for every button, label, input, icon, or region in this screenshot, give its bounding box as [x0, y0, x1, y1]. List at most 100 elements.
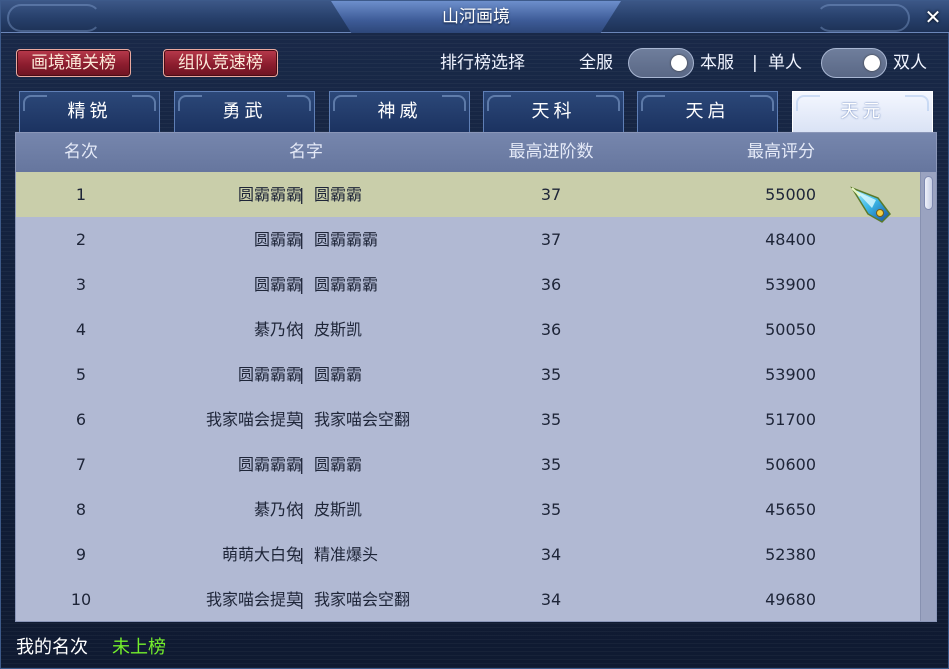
score-cell: 50600 — [765, 455, 816, 474]
tab-divine-might[interactable]: 神威 — [329, 91, 470, 133]
rank-cell: 2 — [75, 230, 87, 249]
stage-cell: 35 — [540, 455, 562, 474]
name-cell: 圆霸霸 | 圆霸霸霸 — [146, 262, 466, 307]
table-header: 名次 名字 最高进阶数 最高评分 — [16, 133, 936, 172]
team-speed-ranking-button[interactable]: 组队竞速榜 — [163, 49, 278, 77]
name-separator: | — [299, 185, 305, 204]
player-name-right: 圆霸霸霸 — [314, 230, 379, 249]
rank-cell: 1 — [75, 185, 87, 204]
name-cell: 我家喵会提莫 | 我家喵会空翻 — [146, 397, 466, 442]
rank-cell: 7 — [75, 455, 87, 474]
player-name-right: 我家喵会空翻 — [314, 590, 411, 609]
score-cell: 48400 — [765, 230, 816, 249]
close-icon[interactable]: ✕ — [920, 5, 946, 29]
tab-tianyuan[interactable]: 天元 — [792, 91, 933, 135]
tab-tianqi[interactable]: 天启 — [637, 91, 778, 133]
table-row[interactable]: 2 圆霸霸 | 圆霸霸霸 37 48400 — [16, 217, 920, 262]
title-bar: 山河画境 ✕ — [1, 1, 949, 33]
player-name-right: 精准爆头 — [314, 545, 379, 564]
table-row[interactable]: 6 我家喵会提莫 | 我家喵会空翻 35 51700 — [16, 397, 920, 442]
table-row[interactable]: 4 綦乃依 | 皮斯凯 36 50050 — [16, 307, 920, 352]
player-name-right: 皮斯凯 — [314, 320, 363, 339]
ranking-table: 名次 名字 最高进阶数 最高评分 1 圆霸霸霸 | 圆霸霸 37 55000 2 圆… — [15, 132, 937, 622]
scrollbar-track[interactable] — [920, 172, 936, 621]
my-rank-value: 未上榜 — [112, 637, 166, 658]
score-cell: 49680 — [765, 590, 816, 609]
name-separator: | — [299, 365, 305, 384]
stage-cell: 34 — [540, 545, 562, 564]
player-name-left: 我家喵会提莫 — [205, 410, 302, 429]
player-name-right: 圆霸霸霸 — [314, 275, 379, 294]
stage-cell: 36 — [540, 320, 562, 339]
rank-cell: 3 — [75, 275, 87, 294]
rank-cell: 9 — [75, 545, 87, 564]
stage-cell: 37 — [540, 185, 562, 204]
clear-ranking-button[interactable]: 画境通关榜 — [16, 49, 131, 77]
this-server-label: 本服 — [700, 53, 734, 73]
stage-cell: 35 — [540, 365, 562, 384]
stage-cell: 35 — [540, 410, 562, 429]
tab-label: 勇武 — [222, 101, 267, 122]
table-row[interactable]: 9 萌萌大白兔 | 精准爆头 34 52380 — [16, 532, 920, 577]
player-name-left: 萌萌大白兔 — [221, 545, 302, 564]
tab-elite[interactable]: 精锐 — [19, 91, 160, 133]
window-title: 山河画境 — [442, 7, 510, 27]
table-row[interactable]: 1 圆霸霸霸 | 圆霸霸 37 55000 — [16, 172, 920, 217]
score-cell: 53900 — [765, 275, 816, 294]
player-name-right: 圆霸霸 — [314, 365, 363, 384]
tab-label: 天科 — [531, 101, 576, 122]
stage-cell: 36 — [540, 275, 562, 294]
name-separator: | — [299, 275, 305, 294]
leaderboard-window: 山河画境 ✕ 画境通关榜 组队竞速榜 排行榜选择 全服 本服 | 单人 双人 精… — [0, 0, 949, 669]
player-name-left: 綦乃依 — [253, 500, 302, 519]
rank-cell: 6 — [75, 410, 87, 429]
name-cell: 圆霸霸霸 | 圆霸霸 — [146, 352, 466, 397]
player-name-left: 圆霸霸霸 — [237, 365, 302, 384]
score-cell: 52380 — [765, 545, 816, 564]
rank-cell: 5 — [75, 365, 87, 384]
name-cell: 圆霸霸 | 圆霸霸霸 — [146, 217, 466, 262]
all-server-label: 全服 — [579, 53, 613, 73]
name-cell: 綦乃依 | 皮斯凯 — [146, 307, 466, 352]
name-separator: | — [299, 590, 305, 609]
option-separator: | — [752, 53, 758, 73]
name-separator: | — [299, 455, 305, 474]
name-cell: 綦乃依 | 皮斯凯 — [146, 487, 466, 532]
player-name-left: 圆霸霸 — [253, 275, 302, 294]
score-cell: 45650 — [765, 500, 816, 519]
name-cell: 圆霸霸霸 | 圆霸霸 — [146, 172, 466, 217]
rank-cell: 10 — [70, 590, 92, 609]
rank-cell: 8 — [75, 500, 87, 519]
score-cell: 55000 — [765, 185, 816, 204]
header-rank: 名次 — [64, 142, 98, 162]
player-mode-toggle[interactable] — [821, 48, 887, 78]
player-name-right: 皮斯凯 — [314, 500, 363, 519]
score-cell: 50050 — [765, 320, 816, 339]
name-separator: | — [299, 230, 305, 249]
scrollbar-thumb[interactable] — [924, 176, 933, 210]
player-name-right: 我家喵会空翻 — [314, 410, 411, 429]
rank-cell: 4 — [75, 320, 87, 339]
table-row[interactable]: 10 我家喵会提莫 | 我家喵会空翻 34 49680 — [16, 577, 920, 622]
table-row[interactable]: 5 圆霸霸霸 | 圆霸霸 35 53900 — [16, 352, 920, 397]
player-name-left: 圆霸霸霸 — [237, 455, 302, 474]
table-row[interactable]: 7 圆霸霸霸 | 圆霸霸 35 50600 — [16, 442, 920, 487]
table-body: 1 圆霸霸霸 | 圆霸霸 37 55000 2 圆霸霸 | 圆霸霸霸 37 48400 … — [16, 172, 920, 621]
server-scope-toggle[interactable] — [628, 48, 694, 78]
name-separator: | — [299, 545, 305, 564]
name-cell: 萌萌大白兔 | 精准爆头 — [146, 532, 466, 577]
name-cell: 我家喵会提莫 | 我家喵会空翻 — [146, 577, 466, 622]
name-separator: | — [299, 500, 305, 519]
tab-tianke[interactable]: 天科 — [483, 91, 624, 133]
ranking-select-label: 排行榜选择 — [440, 53, 525, 73]
tab-brave[interactable]: 勇武 — [174, 91, 315, 133]
crystal-gem-icon — [850, 186, 891, 223]
player-name-left: 圆霸霸 — [253, 230, 302, 249]
tab-label: 天元 — [840, 101, 885, 122]
table-row[interactable]: 8 綦乃依 | 皮斯凯 35 45650 — [16, 487, 920, 532]
player-name-right: 圆霸霸 — [314, 185, 363, 204]
tab-label: 精锐 — [67, 101, 112, 122]
stage-cell: 35 — [540, 500, 562, 519]
table-row[interactable]: 3 圆霸霸 | 圆霸霸霸 36 53900 — [16, 262, 920, 307]
score-cell: 51700 — [765, 410, 816, 429]
